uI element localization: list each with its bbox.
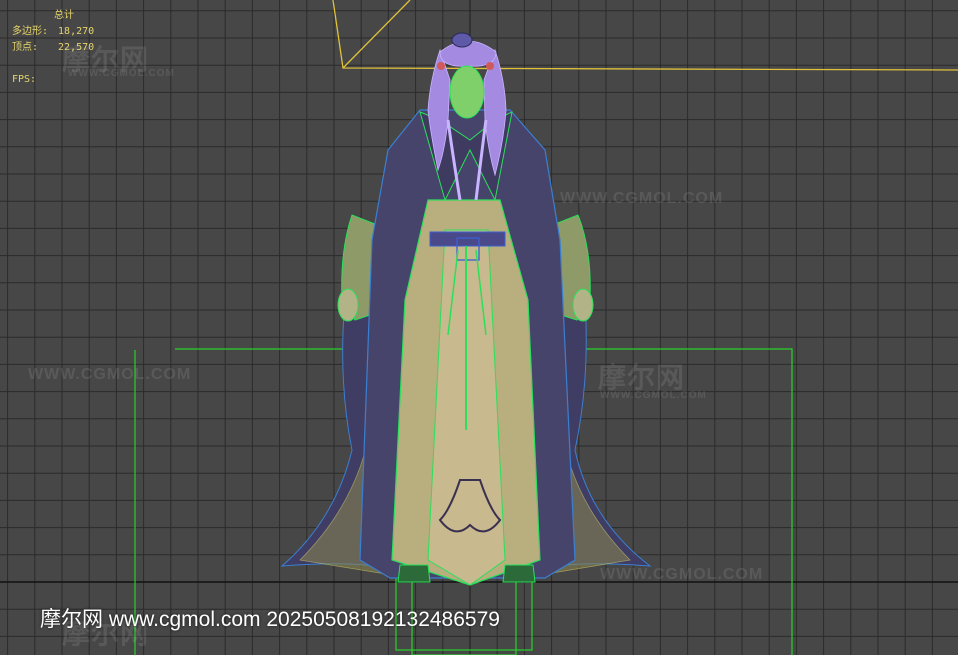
watermark-site: WWW.CGMOL.COM (600, 390, 707, 401)
polygons-label: 多边形: (12, 26, 49, 37)
viewport-grid (0, 0, 958, 655)
footer-watermark: 摩尔网 www.cgmol.com 20250508192132486579 (40, 608, 500, 631)
watermark-site: WWW.CGMOL.COM (68, 68, 175, 79)
watermark-site: WWW.CGMOL.COM (600, 566, 764, 583)
stats-title: 总计 (54, 10, 74, 21)
3d-viewport[interactable]: 总计 多边形: 18,270 顶点: 22,570 FPS: 摩尔网 WWW.C… (0, 0, 958, 655)
vertices-label: 顶点: (12, 42, 39, 53)
watermark-site: WWW.CGMOL.COM (28, 366, 192, 383)
watermark-site: WWW.CGMOL.COM (560, 190, 724, 207)
fps-label: FPS: (12, 74, 37, 85)
character-model[interactable] (280, 32, 652, 586)
